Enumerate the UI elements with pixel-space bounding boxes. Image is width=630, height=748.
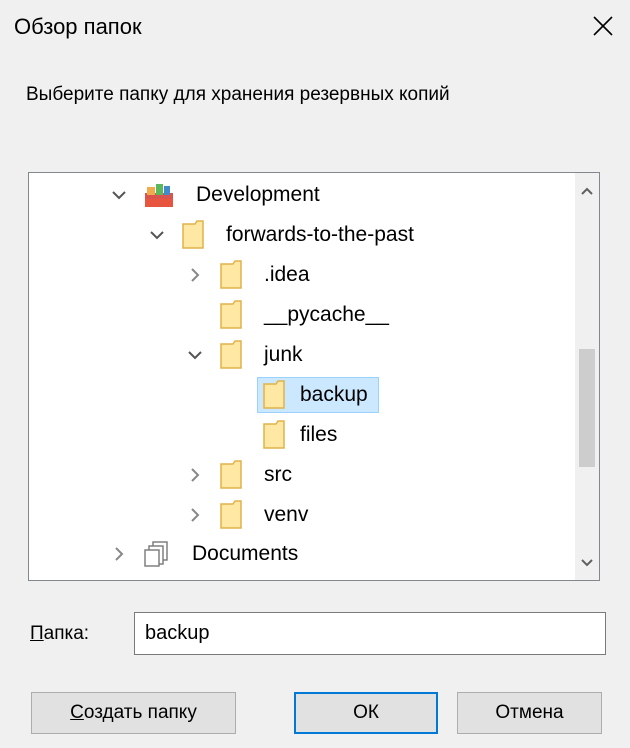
tree-item-documents[interactable]: Documents (109, 534, 309, 574)
close-icon (593, 16, 613, 36)
tree-item-label: __pycache__ (264, 303, 389, 326)
scrollbar-thumb[interactable] (579, 349, 595, 467)
tree-item-label: .idea (264, 263, 310, 286)
cancel-button[interactable]: Отмена (457, 692, 602, 734)
tree-item-files[interactable]: files (223, 415, 348, 455)
ok-button[interactable]: ОК (294, 692, 438, 734)
close-button[interactable] (583, 6, 623, 46)
tree-item-forwards-to-the-past[interactable]: forwards-to-the-past (147, 215, 425, 255)
selection-highlight: backup (257, 377, 379, 413)
folder-tree[interactable]: Development forwards-to-the-past .idea _… (28, 172, 600, 581)
chevron-right-icon[interactable] (185, 505, 205, 525)
folder-icon (219, 500, 243, 530)
folder-icon (219, 340, 243, 370)
tree-item-label: Development (196, 183, 320, 206)
folder-icon (219, 260, 243, 290)
chevron-right-icon[interactable] (185, 265, 205, 285)
chevron-down-icon[interactable] (185, 345, 205, 365)
folder-field-label: Папка: (30, 623, 90, 644)
scroll-down-button[interactable] (575, 550, 599, 574)
chevron-right-icon[interactable] (185, 465, 205, 485)
folder-icon (262, 420, 286, 450)
folder-icon (219, 460, 243, 490)
tree-item-backup[interactable]: backup (223, 375, 379, 415)
tree-item-label: Documents (192, 542, 299, 565)
dialog-prompt: Выберите папку для хранения резервных ко… (26, 84, 450, 105)
tree-item-label: junk (264, 343, 303, 366)
vertical-scrollbar[interactable] (575, 173, 599, 580)
tree-item-label: venv (264, 503, 309, 526)
tree-item-development[interactable]: Development (109, 175, 331, 215)
tree-item-pycache[interactable]: __pycache__ (185, 295, 400, 335)
folder-icon (262, 380, 286, 410)
chevron-up-icon (581, 187, 593, 195)
tree-item-label: forwards-to-the-past (226, 223, 414, 246)
chevron-down-icon[interactable] (147, 225, 167, 245)
chevron-right-icon[interactable] (109, 544, 129, 564)
folder-icon (219, 300, 243, 330)
scroll-up-button[interactable] (575, 179, 599, 203)
tree-item-junk[interactable]: junk (185, 335, 314, 375)
dialog-title: Обзор папок (14, 14, 142, 39)
chevron-down-icon[interactable] (109, 185, 129, 205)
documents-library-icon (143, 540, 171, 568)
tree-item-label: backup (300, 383, 368, 406)
create-folder-button[interactable]: Создать папку (31, 692, 236, 734)
tree-item-venv[interactable]: venv (185, 495, 319, 535)
folder-name-input[interactable] (134, 612, 606, 655)
library-color-icon (143, 181, 175, 209)
tree-item-label: files (300, 423, 338, 446)
tree-item-src[interactable]: src (185, 455, 303, 495)
folder-icon (181, 220, 205, 250)
tree-item-label: src (264, 463, 292, 486)
chevron-down-icon (581, 558, 593, 566)
tree-item-idea[interactable]: .idea (185, 255, 321, 295)
